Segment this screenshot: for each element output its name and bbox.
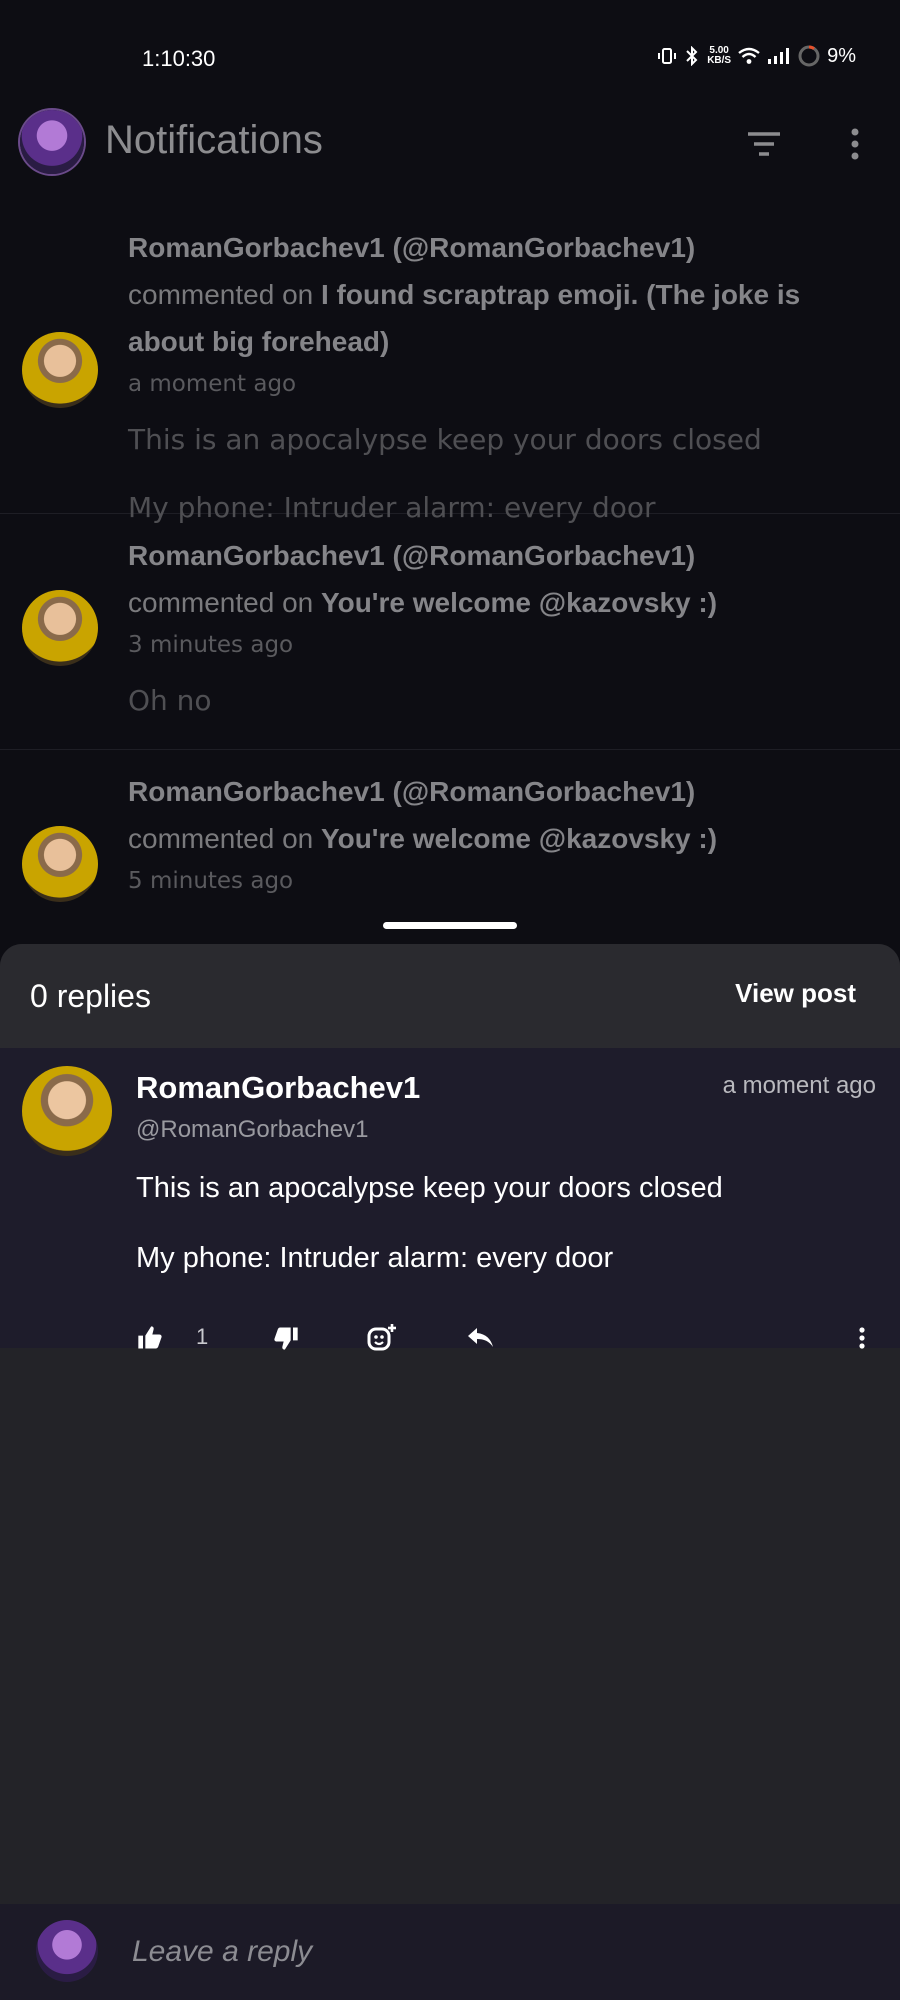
commenter-avatar[interactable] bbox=[22, 1066, 112, 1156]
vibrate-icon bbox=[658, 48, 677, 64]
notification-headline: RomanGorbachev1 (@RomanGorbachev1) comme… bbox=[128, 532, 860, 626]
notification-body: This is an apocalypse keep your doors cl… bbox=[128, 423, 762, 456]
comment-actions: 1 bbox=[0, 1318, 900, 1358]
comment-text-line2: My phone: Intruder alarm: every door bbox=[136, 1242, 614, 1274]
wifi-icon bbox=[738, 47, 760, 64]
reply-bar bbox=[0, 1904, 900, 2000]
my-avatar bbox=[36, 1920, 98, 1982]
like-button[interactable] bbox=[130, 1318, 170, 1358]
notification-action: commented on bbox=[128, 587, 314, 618]
notification-item[interactable]: RomanGorbachev1 (@RomanGorbachev1) comme… bbox=[0, 750, 900, 950]
notification-action: commented on bbox=[128, 823, 314, 854]
add-reaction-icon bbox=[367, 1324, 396, 1351]
notification-time: 5 minutes ago bbox=[128, 868, 294, 894]
notification-headline: RomanGorbachev1 (@RomanGorbachev1) comme… bbox=[128, 224, 860, 365]
notification-post-title[interactable]: You're welcome @kazovsky :) bbox=[321, 587, 717, 618]
profile-avatar[interactable] bbox=[20, 110, 84, 174]
more-vertical-icon bbox=[859, 1327, 865, 1349]
comment-time: a moment ago bbox=[722, 1072, 876, 1099]
comment-text-line1: This is an apocalypse keep your doors cl… bbox=[136, 1172, 723, 1204]
like-count: 1 bbox=[196, 1324, 209, 1349]
user-avatar[interactable] bbox=[22, 332, 98, 408]
filter-button[interactable] bbox=[744, 126, 784, 162]
notification-time: a moment ago bbox=[128, 371, 297, 397]
notification-author[interactable]: RomanGorbachev1 (@RomanGorbachev1) bbox=[128, 232, 695, 263]
filter-icon bbox=[748, 132, 780, 156]
sheet-header: 0 replies View post bbox=[0, 944, 900, 1048]
notification-author[interactable]: RomanGorbachev1 (@RomanGorbachev1) bbox=[128, 776, 695, 807]
more-vertical-icon bbox=[851, 128, 859, 160]
battery-percent: 9% bbox=[827, 44, 856, 67]
notification-list: RomanGorbachev1 (@RomanGorbachev1) comme… bbox=[0, 206, 900, 950]
reply-icon bbox=[468, 1328, 493, 1347]
net-speed: 5.00 KB/S bbox=[707, 45, 732, 66]
commenter-name[interactable]: RomanGorbachev1 bbox=[136, 1070, 420, 1106]
view-post-button[interactable]: View post bbox=[735, 978, 856, 1009]
notification-post-title[interactable]: You're welcome @kazovsky :) bbox=[321, 823, 717, 854]
notification-author[interactable]: RomanGorbachev1 (@RomanGorbachev1) bbox=[128, 540, 695, 571]
replies-count: 0 replies bbox=[30, 978, 151, 1014]
reply-input[interactable] bbox=[130, 1926, 854, 1978]
notification-headline: RomanGorbachev1 (@RomanGorbachev1) comme… bbox=[128, 768, 860, 862]
status-bar: 1:10:30 5.00 KB/S 9% bbox=[0, 0, 900, 120]
page-title: Notifications bbox=[105, 118, 323, 162]
thumbs-down-icon bbox=[274, 1327, 298, 1350]
comment-more-button[interactable] bbox=[842, 1318, 882, 1358]
status-icons: 5.00 KB/S 9% bbox=[657, 44, 856, 68]
reply-button[interactable] bbox=[460, 1318, 500, 1358]
notification-time: 3 minutes ago bbox=[128, 632, 294, 658]
bluetooth-icon bbox=[686, 46, 698, 66]
comment-sheet: 0 replies View post RomanGorbachev1 @Rom… bbox=[0, 944, 900, 2000]
notification-body: Oh no bbox=[128, 684, 212, 717]
dislike-button[interactable] bbox=[266, 1318, 306, 1358]
notification-item[interactable]: RomanGorbachev1 (@RomanGorbachev1) comme… bbox=[0, 514, 900, 750]
add-reaction-button[interactable] bbox=[362, 1318, 402, 1358]
comment-card: RomanGorbachev1 @RomanGorbachev1 a momen… bbox=[0, 1048, 900, 1351]
signal-icon bbox=[768, 48, 790, 64]
user-avatar[interactable] bbox=[22, 590, 98, 666]
more-options-button[interactable] bbox=[840, 124, 870, 164]
notification-item[interactable]: RomanGorbachev1 (@RomanGorbachev1) comme… bbox=[0, 206, 900, 524]
battery-icon bbox=[798, 45, 820, 67]
sheet-drag-handle[interactable] bbox=[383, 922, 517, 929]
thumbs-up-icon bbox=[138, 1326, 162, 1349]
status-time: 1:10:30 bbox=[142, 46, 216, 71]
app-header: Notifications bbox=[0, 106, 900, 186]
commenter-handle[interactable]: @RomanGorbachev1 bbox=[136, 1116, 368, 1144]
notification-action: commented on bbox=[128, 279, 314, 310]
user-avatar[interactable] bbox=[22, 826, 98, 902]
